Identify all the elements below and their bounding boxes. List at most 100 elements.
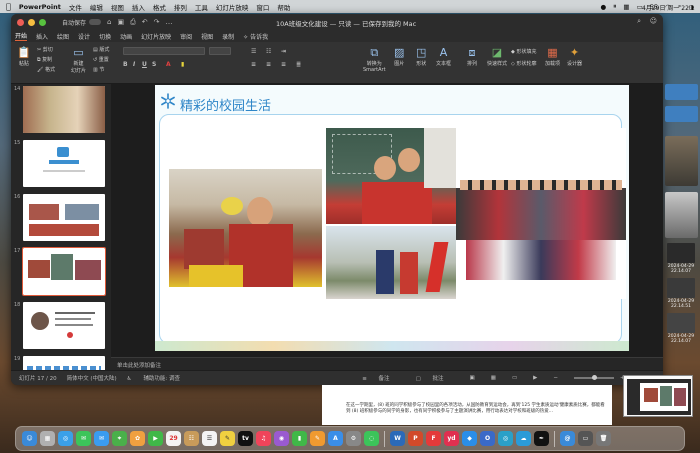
contacts-icon[interactable]: ☷ (184, 431, 199, 446)
tab-view[interactable]: 视图 (201, 32, 213, 41)
menu-file[interactable]: 文件 (69, 2, 82, 12)
safari-icon[interactable]: ◎ (58, 431, 73, 446)
screenshot-preview[interactable] (623, 375, 693, 417)
numbers-icon[interactable]: ▮ (292, 431, 307, 446)
bold-icon[interactable]: B (123, 61, 128, 68)
desktop-screenshot-file[interactable]: 2024-04-29 22.14.51 (665, 278, 697, 309)
music-icon[interactable]: ♫ (256, 431, 271, 446)
slide-thumbnail[interactable]: 14 (11, 86, 111, 140)
mail-icon[interactable]: ✉ (94, 431, 109, 446)
tab-slideshow[interactable]: 幻灯片放映 (141, 32, 171, 41)
designer-button[interactable]: ✦ 设计器 (567, 46, 582, 67)
format-painter-button[interactable]: 🖌 格式 (37, 66, 55, 73)
align-left-icon[interactable]: ≡ (251, 61, 256, 68)
reminders-icon[interactable]: ☰ (202, 431, 217, 446)
textbox-button[interactable]: A 文本框 (436, 46, 451, 67)
tab-design[interactable]: 设计 (78, 32, 90, 41)
font-color-icon[interactable]: A (166, 61, 171, 68)
picture-button[interactable]: ▨ 图片 (394, 46, 404, 67)
menu-tools[interactable]: 工具 (195, 2, 208, 12)
account-icon[interactable]: ☺ (650, 17, 657, 25)
background-document[interactable]: 在这一学期里，(8) 班的同学积极参与了校园里的各项活动，从国防教育到运动会，再… (322, 385, 612, 425)
home-icon[interactable]: ⌂ (107, 18, 111, 26)
shape-fill-button[interactable]: ◆ 形状填充 (511, 48, 536, 55)
slide-title[interactable]: 精彩的校园生活 (180, 95, 271, 114)
search-icon[interactable]: ⌕ (637, 17, 641, 26)
undo-icon[interactable]: ↶ (142, 18, 148, 26)
cut-button[interactable]: ✂ 剪切 (37, 46, 53, 53)
facetime-icon[interactable]: ▶ (148, 431, 163, 446)
quick-style-button[interactable]: ◪ 快速样式 (487, 46, 507, 67)
font-size-select[interactable] (209, 47, 231, 55)
tool-app-icon[interactable]: ✒ (534, 431, 549, 446)
desktop-screenshot-file[interactable]: 2024-04-29 22.14.07 (665, 243, 697, 274)
bullets-icon[interactable]: ☰ (251, 48, 256, 55)
minimize-window-button[interactable] (28, 18, 35, 26)
messages-icon[interactable]: ✉ (76, 431, 91, 446)
menu-insert[interactable]: 插入 (132, 2, 145, 12)
maps-icon[interactable]: ⌖ (112, 431, 127, 446)
system-settings-icon[interactable]: ⚙ (346, 431, 361, 446)
calendar-icon[interactable]: 29 (166, 431, 181, 446)
section-button[interactable]: ▥ 节 (93, 66, 104, 73)
desktop-screenshot-file[interactable]: 2024-04-29 22.14.07 (665, 313, 697, 344)
close-window-button[interactable] (17, 18, 24, 26)
shape-button[interactable]: ◳ 形状 (416, 46, 426, 67)
menu-clock[interactable]: 4月29日 周一 22:1 (642, 3, 695, 12)
folder-icon[interactable] (665, 84, 698, 100)
tab-draw[interactable]: 绘图 (57, 32, 69, 41)
slide-thumbnail[interactable]: 15 (11, 140, 111, 194)
youdao-icon[interactable]: yd (444, 431, 459, 446)
desktop-image[interactable] (665, 136, 698, 186)
tab-review[interactable]: 审阅 (180, 32, 192, 41)
zoom-out-icon[interactable]: − (553, 375, 558, 381)
trash-icon[interactable]: 🗑 (596, 431, 611, 446)
apple-icon[interactable]:  (6, 2, 11, 11)
save-icon[interactable]: ▣ (117, 18, 124, 26)
normal-view-icon[interactable]: ▣ (470, 375, 475, 381)
menu-format[interactable]: 格式 (153, 2, 166, 12)
menu-slideshow[interactable]: 幻灯片放映 (216, 2, 249, 12)
finder-icon[interactable]: ☺ (22, 431, 37, 446)
accessibility-status[interactable]: ♿ 辅助功能: 调查 (127, 374, 190, 382)
desktop-image[interactable] (665, 192, 698, 238)
zoom-window-button[interactable] (39, 18, 46, 26)
app-store-icon[interactable]: A (328, 431, 343, 446)
menu-view[interactable]: 视图 (111, 2, 124, 12)
addins-button[interactable]: ▦ 加载项 (545, 46, 560, 67)
cloud-app-icon[interactable]: ☁ (516, 431, 531, 446)
photos-icon[interactable]: ✿ (130, 431, 145, 446)
photo-outdoor-flag[interactable] (326, 226, 456, 299)
indent-icon[interactable]: ⇥ (281, 48, 286, 55)
screenshot-folder-icon[interactable]: ▭ (578, 431, 593, 446)
numbering-icon[interactable]: ☷ (266, 48, 271, 55)
tab-home[interactable]: 开始 (15, 31, 28, 41)
paste-button[interactable]: 📋 粘贴 (17, 46, 31, 67)
print-icon[interactable]: ⎙ (130, 18, 136, 27)
app-menu[interactable]: PowerPoint (19, 3, 61, 11)
podcasts-icon[interactable]: ◉ (274, 431, 289, 446)
redo-icon[interactable]: ↷ (154, 18, 160, 26)
convert-smartart-button[interactable]: ⧉ 转换为 SmartArt (363, 46, 386, 73)
tab-insert[interactable]: 插入 (36, 32, 48, 41)
pages-icon[interactable]: ✎ (310, 431, 325, 446)
shape-outline-button[interactable]: ◇ 形状轮廓 (511, 60, 536, 67)
downloads-folder-icon[interactable]: @ (560, 431, 575, 446)
powerpoint-icon[interactable]: P (408, 431, 423, 446)
reset-button[interactable]: ↺ 重置 (93, 56, 109, 63)
notes-toggle[interactable]: ≡ 备注 (362, 374, 399, 382)
arrange-button[interactable]: ⧈ 排列 (467, 46, 477, 67)
slide-thumbnail[interactable]: 18 (11, 302, 111, 356)
status-icon[interactable]: ● (601, 3, 607, 11)
more-icon[interactable]: … (165, 18, 172, 26)
slideshow-view-icon[interactable]: ▶ (533, 375, 537, 381)
photo-classroom-blackboard[interactable] (326, 128, 456, 224)
tab-transitions[interactable]: 切换 (99, 32, 111, 41)
folder-icon[interactable] (665, 106, 698, 122)
current-slide[interactable]: 精彩的校园生活 (155, 85, 629, 351)
menu-window[interactable]: 窗口 (256, 2, 269, 12)
tab-animations[interactable]: 动画 (120, 32, 132, 41)
menu-help[interactable]: 帮助 (277, 2, 290, 12)
slide-thumbnail[interactable]: 16 (11, 194, 111, 248)
language-indicator[interactable]: 简体中文 (中国大陆) (67, 374, 117, 382)
